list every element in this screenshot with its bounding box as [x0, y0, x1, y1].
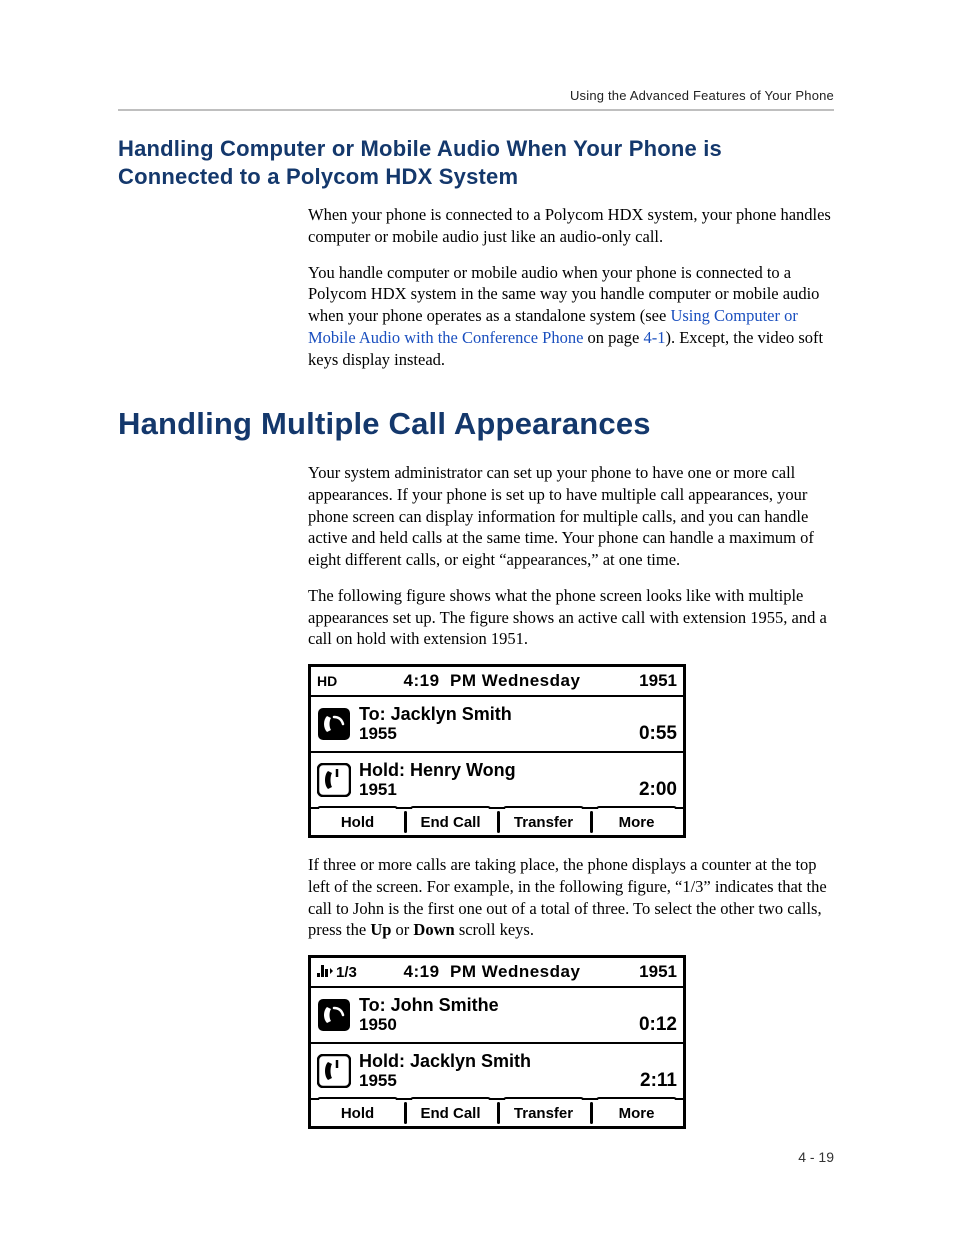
- handset-active-icon: [317, 998, 351, 1032]
- multi-p3-or: or: [391, 920, 413, 939]
- phone2-softkey-more-label: More: [619, 1105, 655, 1122]
- handset-hold-icon: [317, 763, 351, 797]
- phone1-softkey-endcall-label: End Call: [420, 814, 480, 831]
- svg-text:HD: HD: [317, 673, 337, 689]
- phone2-call1-lines: To: John Smithe 1950: [359, 996, 631, 1033]
- phone2-call-row-2: Hold: Jacklyn Smith 1955 2:11: [311, 1044, 683, 1100]
- phone2-softkey-transfer-label: Transfer: [514, 1105, 573, 1122]
- handset-active-icon: [317, 707, 351, 741]
- hdx-paragraph-1: When your phone is connected to a Polyco…: [308, 204, 834, 248]
- handset-hold-icon: [317, 1054, 351, 1088]
- header-rule: [118, 109, 834, 111]
- phone2-softkey-hold: Hold: [311, 1100, 404, 1126]
- phone1-softkey-more: More: [590, 809, 683, 835]
- phone2-call1-line2: 1950: [359, 1016, 631, 1033]
- phone2-call2-line2: 1955: [359, 1072, 632, 1089]
- phone2-call2-duration: 2:11: [640, 1070, 677, 1094]
- phone1-status-bar: HD 4:19 PM Wednesday 1951: [311, 667, 683, 697]
- page: Using the Advanced Features of Your Phon…: [0, 0, 954, 1235]
- phone2-time: 4:19: [404, 962, 440, 981]
- multi-paragraph-1: Your system administrator can set up you…: [308, 462, 834, 571]
- heading-multiple-call-appearances: Handling Multiple Call Appearances: [118, 406, 834, 442]
- phone1-softkey-transfer-label: Transfer: [514, 814, 573, 831]
- phone1-softkey-hold: Hold: [311, 809, 404, 835]
- page-number: 4 - 19: [798, 1149, 834, 1165]
- phone2-call1-duration: 0:12: [639, 1014, 677, 1038]
- phone-figure-2: 1/3 4:19 PM Wednesday 1951 To: John Smit…: [308, 955, 686, 1129]
- phone2-softkeys: Hold End Call Transfer More: [311, 1100, 683, 1126]
- multi-paragraph-2: The following figure shows what the phon…: [308, 585, 834, 650]
- phone1-softkey-endcall: End Call: [404, 809, 497, 835]
- phone2-counter: 1/3: [336, 964, 357, 981]
- phone1-call2-lines: Hold: Henry Wong 1951: [359, 761, 631, 798]
- phone1-call1-duration: 0:55: [639, 723, 677, 747]
- key-up: Up: [370, 920, 391, 939]
- hdx-p2-text-b: on page: [583, 328, 643, 347]
- phone2-softkey-transfer: Transfer: [497, 1100, 590, 1126]
- phone1-softkey-hold-label: Hold: [341, 814, 374, 831]
- hdx-body: When your phone is connected to a Polyco…: [308, 204, 834, 370]
- phone1-softkey-transfer: Transfer: [497, 809, 590, 835]
- phone1-call-row-2: Hold: Henry Wong 1951 2:00: [311, 753, 683, 809]
- multi-paragraph-3: If three or more calls are taking place,…: [308, 854, 834, 941]
- phone1-extension: 1951: [627, 671, 677, 691]
- phone1-call2-line2: 1951: [359, 781, 631, 798]
- phone1-status-left: HD: [317, 673, 357, 689]
- hd-icon: HD: [317, 673, 341, 689]
- signal-icon: [317, 965, 333, 979]
- phone2-call2-lines: Hold: Jacklyn Smith 1955: [359, 1052, 632, 1089]
- phone2-extension: 1951: [627, 962, 677, 982]
- multi-body: Your system administrator can set up you…: [308, 462, 834, 1129]
- phone2-day: Wednesday: [482, 962, 581, 981]
- phone2-call2-line1: Hold: Jacklyn Smith: [359, 1052, 632, 1070]
- phone2-softkey-hold-label: Hold: [341, 1105, 374, 1122]
- phone1-time: 4:19: [404, 671, 440, 690]
- phone2-call-row-1: To: John Smithe 1950 0:12: [311, 988, 683, 1044]
- phone2-clock: 4:19 PM Wednesday: [357, 962, 627, 982]
- hdx-paragraph-2: You handle computer or mobile audio when…: [308, 262, 834, 371]
- multi-p3-text-b: scroll keys.: [455, 920, 534, 939]
- phone2-status-left: 1/3: [317, 964, 357, 981]
- phone2-status-bar: 1/3 4:19 PM Wednesday 1951: [311, 958, 683, 988]
- phone-figure-1: HD 4:19 PM Wednesday 1951 To:: [308, 664, 686, 838]
- phone2-softkey-endcall: End Call: [404, 1100, 497, 1126]
- phone1-call2-duration: 2:00: [639, 779, 677, 803]
- phone1-call1-line2: 1955: [359, 725, 631, 742]
- phone2-call1-line1: To: John Smithe: [359, 996, 631, 1014]
- phone1-ampm: PM: [450, 671, 477, 690]
- phone1-softkey-more-label: More: [619, 814, 655, 831]
- link-page-4-1[interactable]: 4-1: [643, 328, 665, 347]
- phone1-clock: 4:19 PM Wednesday: [357, 671, 627, 691]
- phone2-softkey-more: More: [590, 1100, 683, 1126]
- phone1-call1-line1: To: Jacklyn Smith: [359, 705, 631, 723]
- phone1-day: Wednesday: [482, 671, 581, 690]
- phone1-call1-lines: To: Jacklyn Smith 1955: [359, 705, 631, 742]
- heading-hdx: Handling Computer or Mobile Audio When Y…: [118, 135, 834, 190]
- running-head: Using the Advanced Features of Your Phon…: [118, 88, 834, 103]
- phone1-softkeys: Hold End Call Transfer More: [311, 809, 683, 835]
- phone2-softkey-endcall-label: End Call: [420, 1105, 480, 1122]
- phone1-call2-line1: Hold: Henry Wong: [359, 761, 631, 779]
- key-down: Down: [413, 920, 454, 939]
- phone1-call-row-1: To: Jacklyn Smith 1955 0:55: [311, 697, 683, 753]
- phone2-ampm: PM: [450, 962, 477, 981]
